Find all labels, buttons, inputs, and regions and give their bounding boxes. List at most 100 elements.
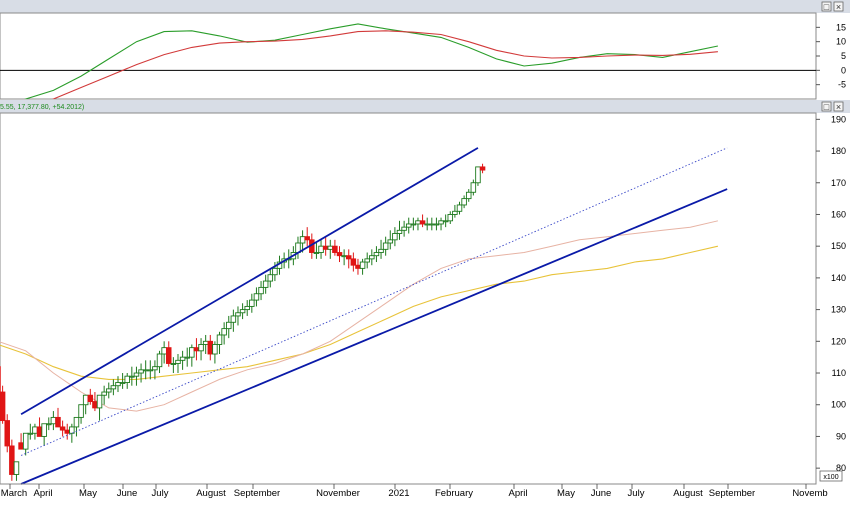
candle-body-down [420,221,425,224]
candle-body-up [171,364,176,365]
price-plot-area [0,113,816,484]
candle-body-up [153,367,158,370]
candle [476,167,481,186]
candle-body-up [370,256,375,259]
candle-body-up [231,316,236,322]
candle-body-up [74,417,79,427]
candle-body-up [439,221,444,224]
oscillator-maximize-icon: □ [824,2,830,12]
candle-body-up [397,230,402,233]
time-axis-label: July [152,488,169,499]
time-axis-label: 2021 [388,488,409,499]
oscillator-plot-area [0,13,816,99]
candle-body-up [453,211,458,214]
candle-body-down [0,392,5,421]
candle-body-up [263,281,268,287]
candle-body-up [443,221,448,222]
time-axis-label: April [508,488,527,499]
candle-body-up [236,313,241,316]
price-y-tick-label: 100 [831,400,846,410]
candle-body-up [199,344,204,350]
candle-body-down [194,348,199,351]
candle-body-down [323,246,328,249]
time-axis-label: June [591,488,612,499]
candle-body-up [102,392,107,395]
candle-body-up [139,370,144,373]
time-axis-label: May [79,488,97,499]
candle-body-down [37,427,42,437]
candle-body-up [430,224,435,225]
price-y-tick-label: 140 [831,273,846,283]
time-axis-label: September [234,488,280,499]
chart-canvas: □ × -5051015 5.55, 17,377.80, +54.2012) … [0,0,850,500]
candle-body-up [273,268,278,274]
oscillator-y-tick-label: 10 [836,37,846,47]
price-y-tick-label: 190 [831,114,846,124]
candle-body-up [226,322,231,328]
candle-body-up [379,249,384,252]
time-axis-label: July [628,488,645,499]
candle-body-down [10,446,15,475]
candle-body-up [434,224,439,225]
time-axis-label: March [1,488,27,499]
price-close-icon: × [836,102,841,112]
time-axis-label: August [196,488,226,499]
candle-body-up [393,233,398,239]
candle-body-up [222,329,227,335]
candle-body-up [190,348,195,358]
candle-body-up [111,386,116,389]
candle-body-up [14,462,19,475]
candle-body-up [254,294,259,300]
scale-label: x100 [823,474,838,481]
oscillator-y-tick-label: -5 [838,80,846,90]
price-y-tick-label: 90 [836,431,846,441]
candle-body-up [300,237,305,243]
candle-body-up [448,214,453,220]
candle-body-up [319,246,324,252]
time-axis-label: February [435,488,473,499]
candle-body-up [116,383,121,386]
candle-body-up [466,192,471,198]
price-info-label: 5.55, 17,377.80, +54.2012) [0,104,84,111]
candle-body-down [166,348,171,364]
candle-body-up [360,262,365,268]
candle-body-down [337,253,342,256]
candle-body-up [245,306,250,309]
candle-body-up [33,427,38,433]
candle-body-up [134,373,139,376]
candle-body-up [411,224,416,225]
candle-body-up [342,256,347,257]
candle-body-up [185,357,190,358]
candle-body-down [60,427,65,430]
price-y-tick-label: 150 [831,241,846,251]
time-axis-label: April [33,488,52,499]
time-axis-label: November [316,488,360,499]
candle-body-up [143,370,148,371]
candle-body-up [471,183,476,193]
candle-body-up [217,335,222,345]
candle-body-down [19,443,24,449]
candle-body-up [46,424,51,425]
oscillator-header-bar [0,0,850,13]
candle-body-up [240,310,245,313]
candle-body-down [65,430,70,433]
candle-body-up [250,300,255,306]
candle-body-down [5,421,10,446]
price-y-tick-label: 170 [831,178,846,188]
candle-body-up [42,424,47,437]
price-header-bar [0,100,850,113]
oscillator-y-tick-label: 5 [841,51,846,61]
time-axis-label: Novemb [792,488,827,499]
candle-body-down [56,417,61,427]
candle-body-up [213,344,218,354]
time-axis-label: May [557,488,575,499]
time-axis-label: June [117,488,138,499]
candle-body-down [356,265,361,268]
candle-body-up [416,221,421,224]
candle-body-up [406,224,411,227]
candle-body-up [125,376,130,382]
chart-window: □ × -5051015 5.55, 17,377.80, +54.2012) … [0,0,850,500]
oscillator-y-tick-label: 15 [836,22,846,32]
oscillator-close-icon: × [836,2,841,12]
candle-body-up [457,205,462,211]
